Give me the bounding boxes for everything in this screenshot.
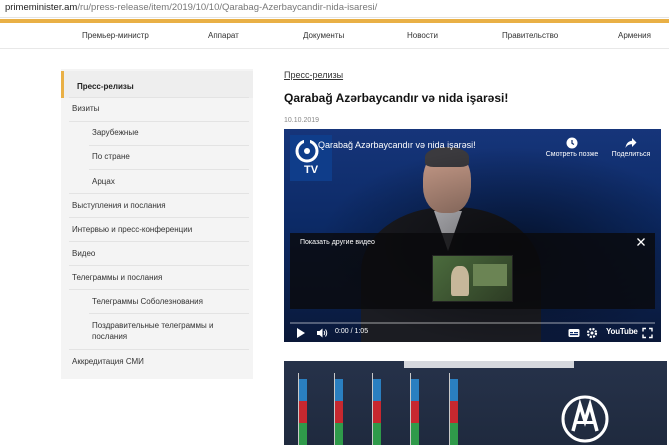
- nav-item-documents[interactable]: Документы: [303, 31, 344, 40]
- url-path: /ru/press-release/item/2019/10/10/Qaraba…: [77, 2, 378, 13]
- close-icon[interactable]: [636, 237, 646, 247]
- clock-icon: [566, 137, 578, 149]
- publish-date: 10.10.2019: [284, 117, 320, 124]
- sidebar-divider: [89, 169, 249, 170]
- sidebar-item-congratulations[interactable]: Поздравительные телеграммы и послания: [61, 320, 231, 342]
- watch-later-label: Смотреть позже: [545, 151, 599, 158]
- sidebar-item-domestic[interactable]: По стране: [61, 151, 253, 162]
- sidebar-item-foreign[interactable]: Зарубежные: [61, 127, 253, 138]
- address-bar[interactable]: primeminister.am/ru/press-release/item/2…: [0, 0, 669, 18]
- sidebar-item-speeches[interactable]: Выступления и послания: [61, 200, 253, 211]
- channel-watermark-icon: [561, 395, 609, 443]
- video-title[interactable]: Qarabağ Azərbaycandır və nida işarəsi!: [318, 140, 476, 150]
- thumbnail-person: [451, 266, 469, 296]
- flag-azerbaijan: [335, 379, 343, 445]
- progress-bar[interactable]: [290, 322, 655, 324]
- video-player[interactable]: TV Qarabağ Azərbaycandır və nida işarəsi…: [284, 129, 661, 342]
- sidebar-item-video[interactable]: Видео: [61, 248, 253, 259]
- more-videos-panel: Показать другие видео: [290, 233, 655, 309]
- sidebar-divider: [69, 121, 249, 122]
- flag-azerbaijan: [450, 379, 458, 445]
- share-label: Поделиться: [611, 151, 651, 158]
- sidebar-divider: [69, 97, 249, 98]
- sidebar-divider: [89, 313, 249, 314]
- sidebar-divider: [69, 193, 249, 194]
- sidebar-divider: [69, 265, 249, 266]
- more-videos-title: Показать другие видео: [300, 239, 375, 246]
- nav-item-prime-minister[interactable]: Премьер-министр: [82, 31, 149, 40]
- share-icon: [625, 138, 637, 148]
- sidebar-divider: [69, 217, 249, 218]
- play-icon[interactable]: [296, 327, 306, 339]
- sidebar-item-artsakh[interactable]: Арцах: [61, 176, 253, 187]
- sidebar-divider: [69, 241, 249, 242]
- sidebar-item-interviews[interactable]: Интервью и пресс-конференции: [61, 224, 253, 235]
- watch-later-button[interactable]: Смотреть позже: [540, 137, 604, 158]
- sidebar-item-telegrams[interactable]: Телеграммы и послания: [61, 272, 253, 283]
- flag-azerbaijan: [411, 379, 419, 445]
- settings-icon[interactable]: [586, 327, 598, 339]
- sidebar-divider: [89, 145, 249, 146]
- sidebar-item-visits[interactable]: Визиты: [61, 103, 253, 114]
- sidebar-item-condolences[interactable]: Телеграммы Соболезнования: [61, 296, 253, 307]
- youtube-logo[interactable]: YouTube: [606, 327, 638, 336]
- sidebar-item-accreditation[interactable]: Аккредитация СМИ: [61, 356, 253, 367]
- subtitles-icon[interactable]: [568, 327, 580, 339]
- flag-azerbaijan: [373, 379, 381, 445]
- share-button[interactable]: Поделиться: [606, 137, 656, 158]
- thumbnail-background-shape: [473, 264, 507, 286]
- video-timecode: 0:00 / 1:05: [335, 328, 369, 335]
- sidebar-divider: [69, 289, 249, 290]
- fullscreen-icon[interactable]: [642, 327, 653, 339]
- second-video-top-banner: [404, 361, 574, 368]
- sidebar-divider: [69, 349, 249, 350]
- sidebar-item-press-releases[interactable]: Пресс-релизы: [61, 71, 253, 98]
- top-navigation: Премьер-министр Аппарат Документы Новост…: [0, 23, 669, 49]
- sidebar: Пресс-релизы Визиты Зарубежные По стране…: [61, 69, 253, 379]
- second-video-preview[interactable]: [284, 361, 667, 445]
- related-video-thumbnail[interactable]: [432, 255, 513, 302]
- page-title: Qarabağ Azərbaycandır və nida işarəsi!: [284, 91, 509, 105]
- url-host: primeminister.am: [5, 2, 78, 13]
- nav-item-apparatus[interactable]: Аппарат: [208, 31, 239, 40]
- nav-item-news[interactable]: Новости: [407, 31, 438, 40]
- nav-item-government[interactable]: Правительство: [502, 31, 558, 40]
- flag-azerbaijan: [299, 379, 307, 445]
- nav-item-armenia[interactable]: Армения: [618, 31, 651, 40]
- channel-badge: TV: [304, 164, 319, 176]
- breadcrumb[interactable]: Пресс-релизы: [284, 70, 343, 80]
- volume-icon[interactable]: [316, 327, 328, 339]
